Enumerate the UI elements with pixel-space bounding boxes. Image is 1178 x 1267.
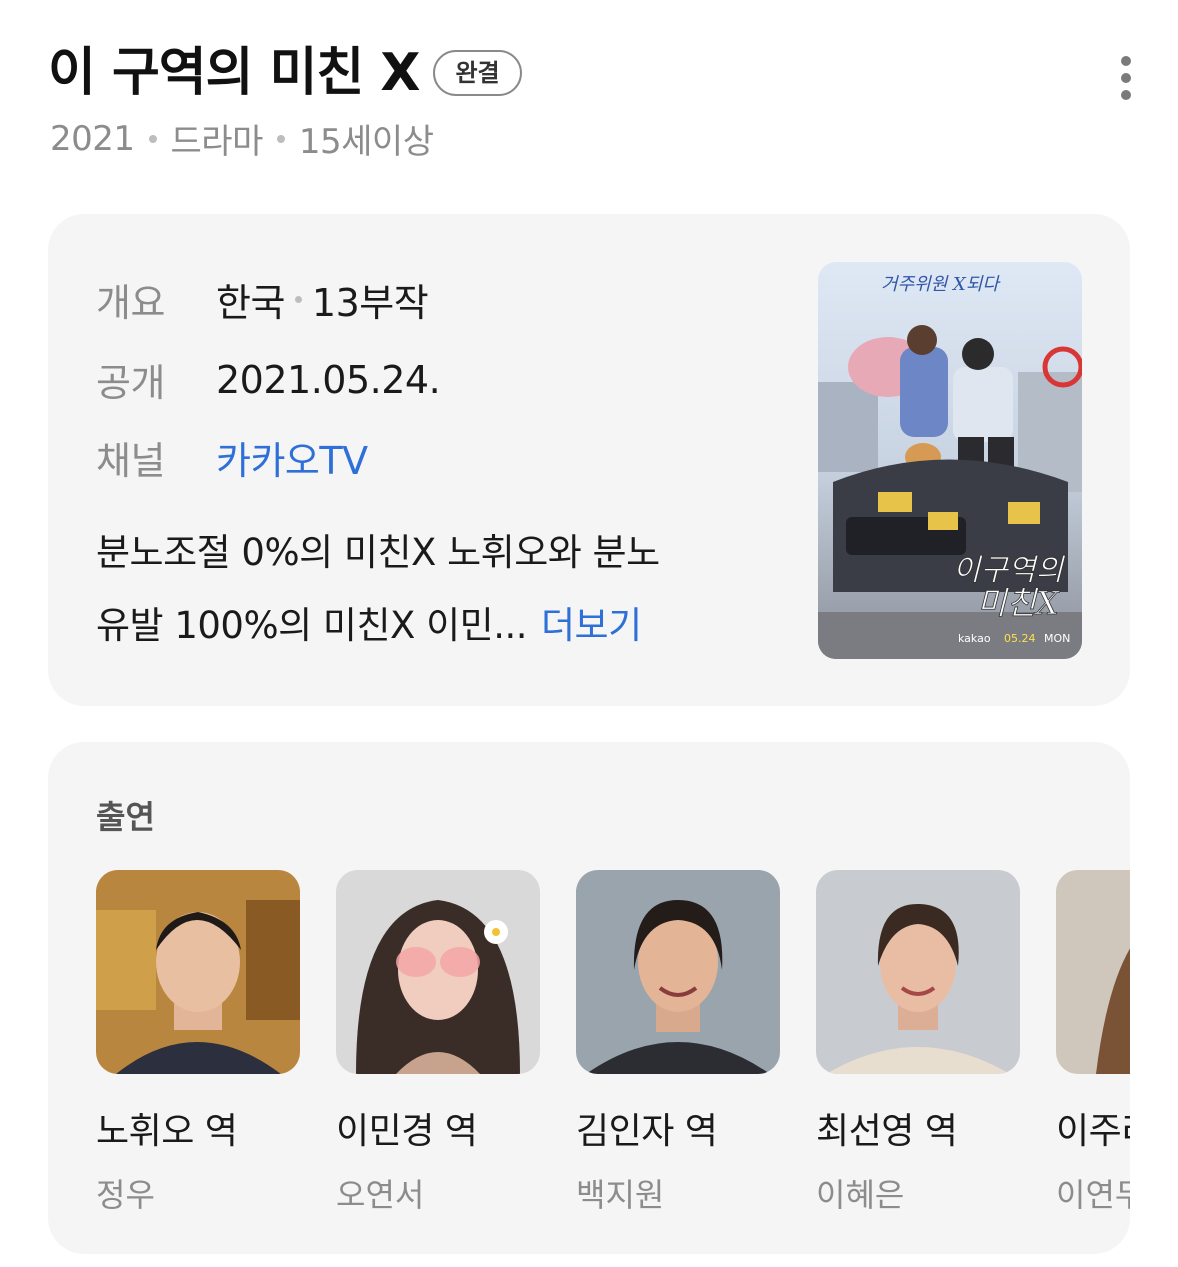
info-row-overview: 개요 한국 13부작 xyxy=(96,272,429,327)
poster-title-2: 미친X xyxy=(977,584,1060,622)
cast-photo-illustration xyxy=(1056,870,1130,1074)
cast-role: 최선영 역 xyxy=(816,1111,958,1152)
cast-actor: 오연서 xyxy=(336,1176,425,1214)
meta-rating: 15세이상 xyxy=(298,122,434,162)
description-line-2: 유발 100%의 미친X 이민... 더보기 xyxy=(96,589,796,662)
status-badge: 완결 xyxy=(433,50,522,96)
more-dot xyxy=(1121,90,1131,100)
cast-photo-illustration xyxy=(576,870,780,1074)
more-link[interactable]: 더보기 xyxy=(541,604,642,647)
more-options-icon[interactable] xyxy=(1114,56,1138,100)
page-title: 이 구역의 미친 X xyxy=(48,43,420,103)
cast-photo xyxy=(816,870,1020,1074)
cast-item[interactable]: 김인자 역 백지원 xyxy=(576,870,780,1216)
cast-actor: 이연두 xyxy=(1056,1176,1130,1214)
poster-brand: kakao xyxy=(958,632,991,645)
poster-day: MON xyxy=(1044,632,1070,645)
meta-row: 2021 드라마 15세이상 xyxy=(50,114,434,163)
cast-role: 김인자 역 xyxy=(576,1111,718,1152)
meta-year: 2021 xyxy=(50,118,135,159)
cast-photo xyxy=(96,870,300,1074)
info-country: 한국 xyxy=(216,281,285,325)
cast-list: 노휘오 역 정우 이민경 역 오연서 김인자 역 백지원 최선영 역 이혜은 이… xyxy=(96,870,1130,1216)
poster-title-1: 이구역의 xyxy=(953,553,1066,588)
more-dot xyxy=(1121,73,1131,83)
poster-date: 05.24 xyxy=(1004,632,1036,645)
meta-genre: 드라마 xyxy=(170,122,264,162)
info-label: 공개 xyxy=(96,361,165,405)
info-card: 개요 한국 13부작 공개 2021.05.24. 채널 카카오TV 분노조절 … xyxy=(48,214,1130,706)
info-release-date: 2021.05.24. xyxy=(216,357,441,402)
separator-dot xyxy=(276,134,285,143)
cast-actor: 이혜은 xyxy=(816,1176,905,1214)
cast-card: 출연 노휘오 역 정우 이민경 역 오연서 김인자 역 백지원 최선영 역 이혜… xyxy=(48,742,1130,1254)
info-row-release: 공개 2021.05.24. xyxy=(96,352,441,407)
page: 이 구역의 미친 X 완결 2021 드라마 15세이상 개요 한국 13부작 … xyxy=(0,0,1178,1267)
cast-role: 이주리 xyxy=(1056,1111,1130,1152)
cast-photo-illustration xyxy=(816,870,1020,1074)
info-episodes: 13부작 xyxy=(311,281,429,325)
cast-actor: 백지원 xyxy=(576,1176,665,1214)
cast-photo xyxy=(1056,870,1130,1074)
poster-illustration: 거주위원 X되다 이구역의 미친X kakao 05.24 MON xyxy=(818,262,1082,659)
cast-item[interactable]: 노휘오 역 정우 xyxy=(96,870,300,1216)
info-label: 채널 xyxy=(96,439,165,483)
poster-image[interactable]: 거주위원 X되다 이구역의 미친X kakao 05.24 MON xyxy=(818,262,1082,659)
cast-photo-illustration xyxy=(96,870,300,1074)
channel-link[interactable]: 카카오TV xyxy=(216,430,368,485)
description: 분노조절 0%의 미친X 노휘오와 분노 유발 100%의 미친X 이민... 더… xyxy=(96,516,796,662)
cast-item[interactable]: 최선영 역 이혜은 xyxy=(816,870,1020,1216)
cast-role: 이민경 역 xyxy=(336,1111,478,1152)
separator-dot xyxy=(294,296,302,303)
title-row: 이 구역의 미친 X 완결 xyxy=(48,40,522,106)
cast-photo-illustration xyxy=(336,870,540,1074)
cast-heading: 출연 xyxy=(96,798,155,836)
more-dot xyxy=(1121,56,1131,66)
cast-item[interactable]: 이민경 역 오연서 xyxy=(336,870,540,1216)
separator-dot xyxy=(148,134,157,143)
info-row-channel: 채널 카카오TV xyxy=(96,430,368,485)
cast-actor: 정우 xyxy=(96,1176,155,1214)
description-line: 유발 100%의 미친X 이민... xyxy=(96,604,527,647)
cast-item[interactable]: 이주리 이연두 xyxy=(1056,870,1130,1216)
info-label: 개요 xyxy=(96,281,165,325)
cast-role: 노휘오 역 xyxy=(96,1111,238,1152)
cast-photo xyxy=(576,870,780,1074)
info-value: 한국 13부작 xyxy=(216,272,429,327)
poster-tagline: 거주위원 X되다 xyxy=(881,274,1001,295)
cast-photo xyxy=(336,870,540,1074)
description-line: 분노조절 0%의 미친X 노휘오와 분노 xyxy=(96,531,660,574)
